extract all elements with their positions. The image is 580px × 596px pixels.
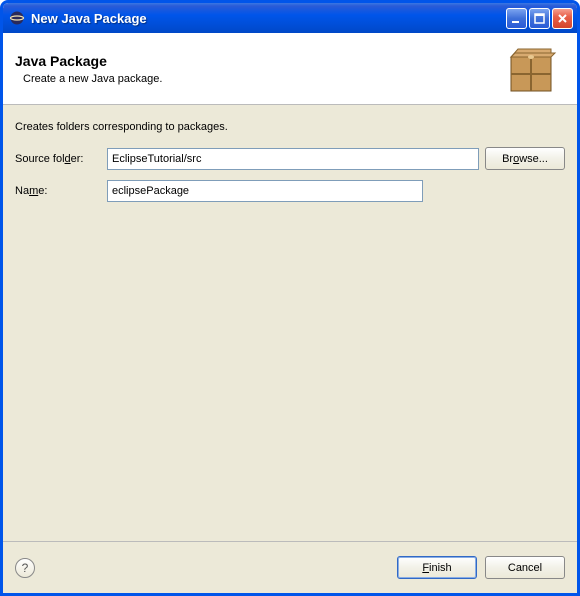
window-title: New Java Package <box>31 11 506 26</box>
banner: Java Package Create a new Java package. <box>3 33 577 105</box>
source-folder-input[interactable] <box>107 148 479 170</box>
finish-button[interactable]: Finish <box>397 556 477 579</box>
banner-subtitle: Create a new Java package. <box>23 73 505 85</box>
banner-title: Java Package <box>15 53 505 69</box>
close-button[interactable] <box>552 8 573 29</box>
source-folder-row: Source folder: Browse... <box>15 147 565 170</box>
help-icon: ? <box>22 561 29 575</box>
eclipse-icon <box>9 10 25 26</box>
cancel-button[interactable]: Cancel <box>485 556 565 579</box>
name-label: Name: <box>15 185 101 197</box>
content-area: Creates folders corresponding to package… <box>3 105 577 541</box>
dialog-window: New Java Package Java Package Create a n… <box>0 0 580 596</box>
maximize-button[interactable] <box>529 8 550 29</box>
name-input[interactable] <box>107 180 423 202</box>
description-text: Creates folders corresponding to package… <box>15 121 565 133</box>
help-button[interactable]: ? <box>15 558 35 578</box>
minimize-button[interactable] <box>506 8 527 29</box>
package-icon <box>505 43 557 95</box>
browse-button[interactable]: Browse... <box>485 147 565 170</box>
footer: ? Finish Cancel <box>3 541 577 593</box>
source-folder-label: Source folder: <box>15 153 101 165</box>
name-row: Name: <box>15 180 565 202</box>
titlebar[interactable]: New Java Package <box>3 3 577 33</box>
window-controls <box>506 8 573 29</box>
